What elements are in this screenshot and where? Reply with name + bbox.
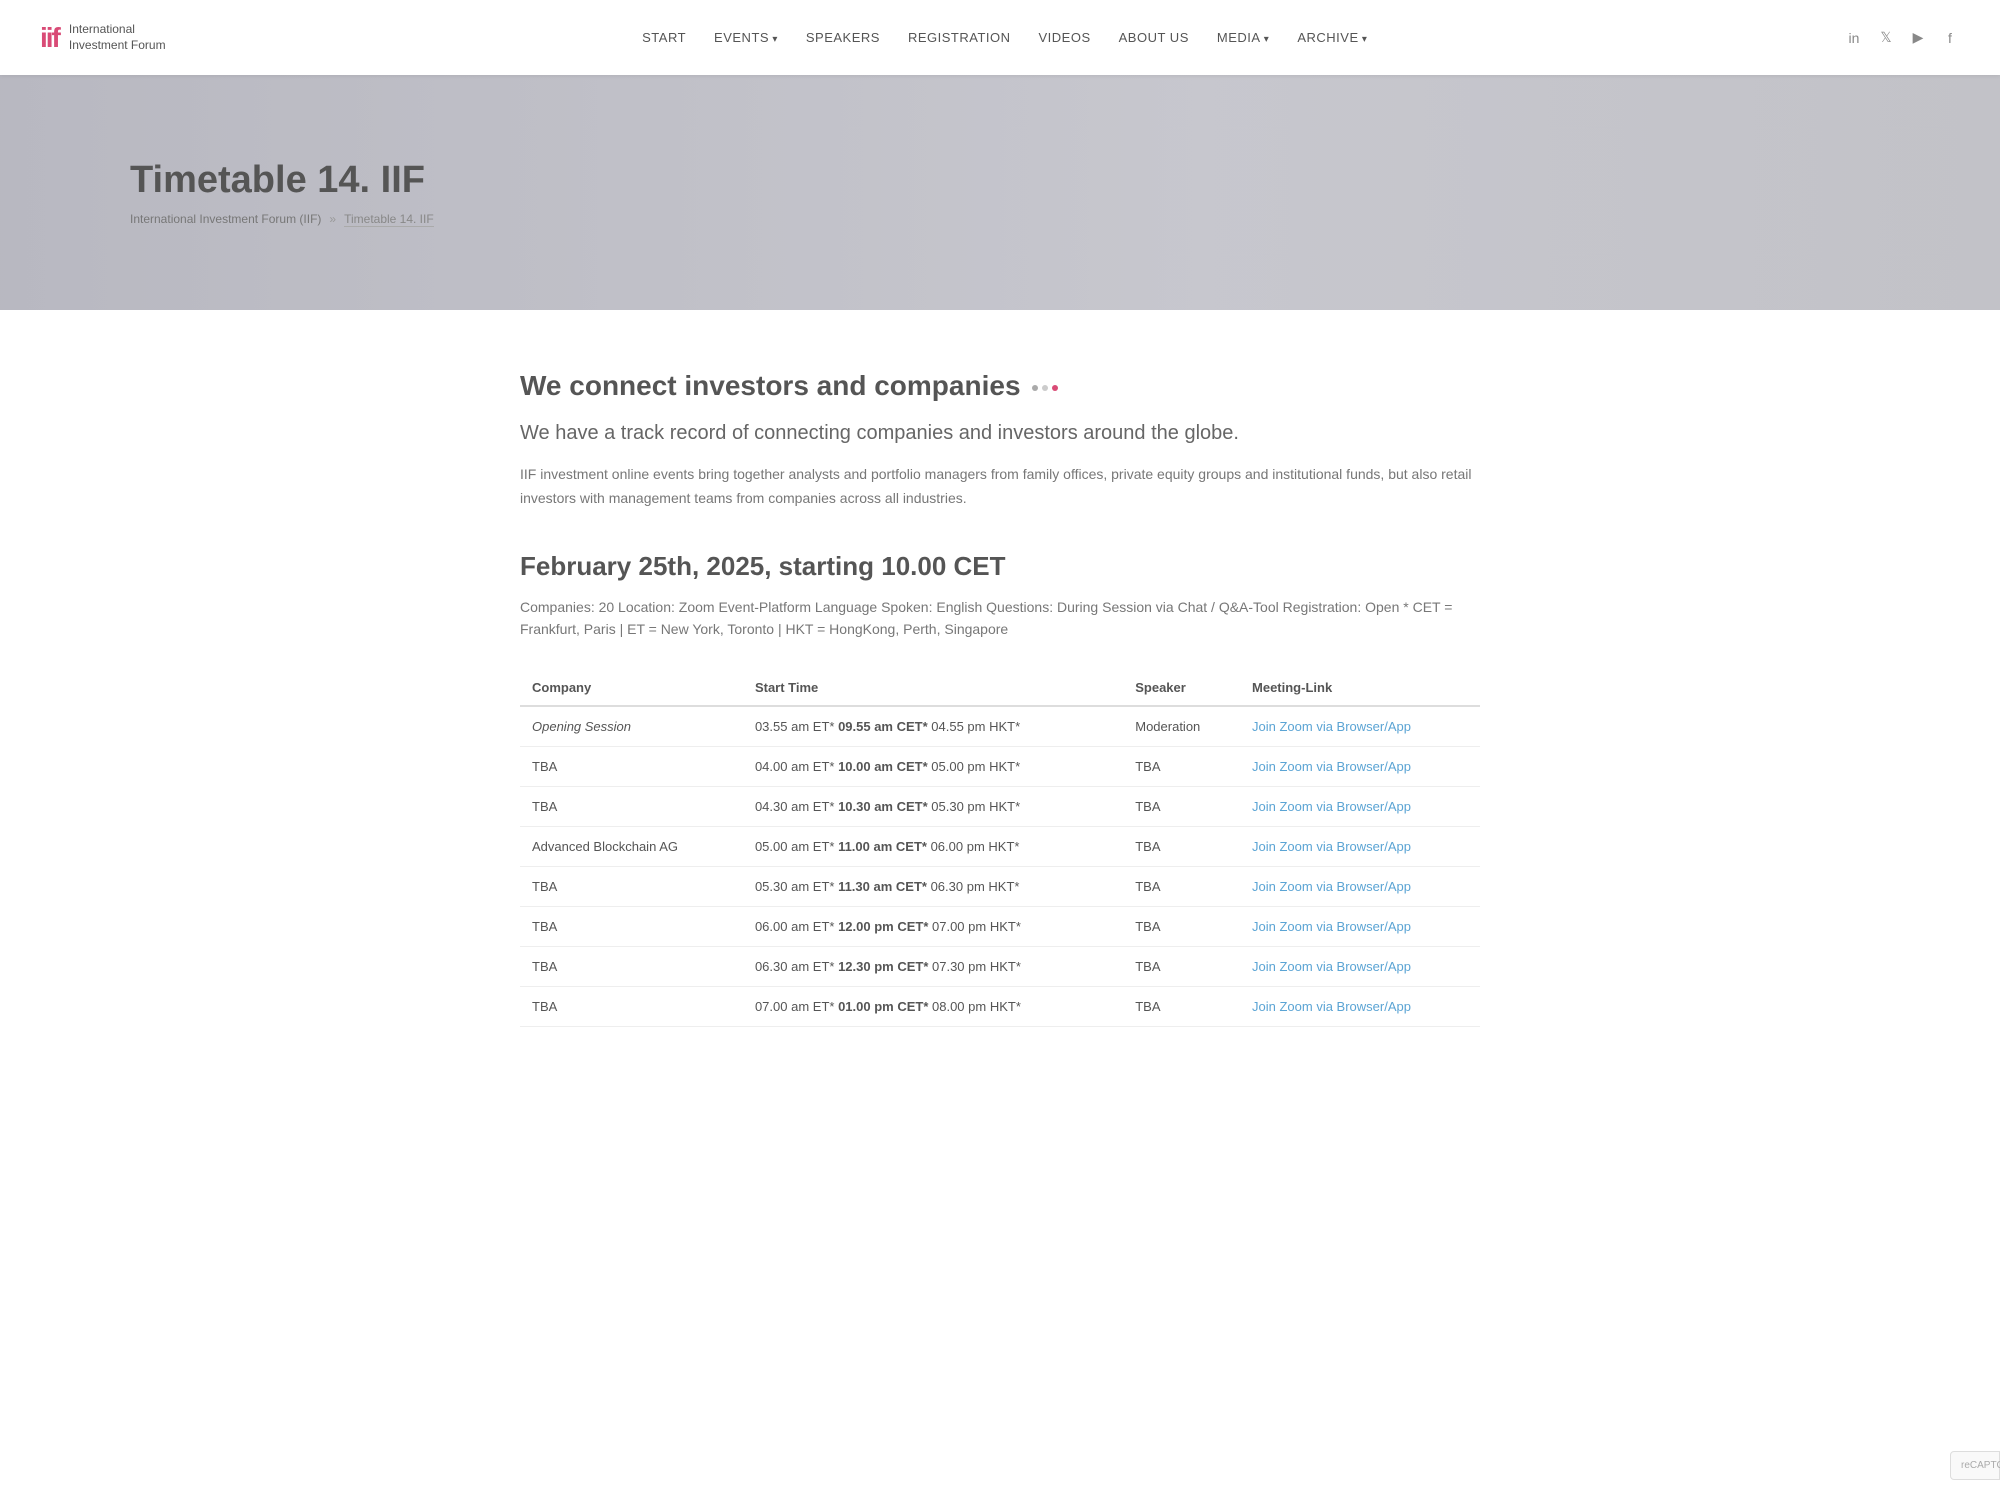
nav-speakers[interactable]: SPEAKERS — [806, 30, 880, 45]
hero-banner: Timetable 14. IIF International Investme… — [0, 75, 2000, 310]
nav-media[interactable]: MEDIA — [1217, 30, 1269, 45]
table-cell-start-time: 07.00 am ET* 01.00 pm CET* 08.00 pm HKT* — [743, 987, 1123, 1027]
sub-heading: We have a track record of connecting com… — [520, 422, 1480, 445]
table-row: TBA04.30 am ET* 10.30 am CET* 05.30 pm H… — [520, 787, 1480, 827]
meeting-link-anchor[interactable]: Join Zoom via Browser/App — [1252, 919, 1411, 934]
table-cell-meeting-link[interactable]: Join Zoom via Browser/App — [1240, 787, 1480, 827]
nav-registration[interactable]: REGISTRATION — [908, 30, 1011, 45]
table-cell-start-time: 06.30 am ET* 12.30 pm CET* 07.30 pm HKT* — [743, 947, 1123, 987]
table-cell-meeting-link[interactable]: Join Zoom via Browser/App — [1240, 867, 1480, 907]
dot-1 — [1032, 385, 1038, 391]
table-cell-company: TBA — [520, 747, 743, 787]
nav-events[interactable]: EVENTS — [714, 30, 778, 45]
table-cell-start-time: 04.00 am ET* 10.00 am CET* 05.00 pm HKT* — [743, 747, 1123, 787]
meeting-link-anchor[interactable]: Join Zoom via Browser/App — [1252, 759, 1411, 774]
facebook-icon[interactable]: f — [1940, 28, 1960, 48]
logo[interactable]: iif International Investment Forum — [40, 22, 166, 54]
logo-text: International Investment Forum — [69, 22, 166, 53]
table-cell-meeting-link[interactable]: Join Zoom via Browser/App — [1240, 706, 1480, 747]
youtube-icon[interactable]: ▶ — [1908, 28, 1928, 48]
table-row: TBA06.30 am ET* 12.30 pm CET* 07.30 pm H… — [520, 947, 1480, 987]
table-col-company: Company — [520, 670, 743, 706]
table-cell-start-time: 05.30 am ET* 11.30 am CET* 06.30 pm HKT* — [743, 867, 1123, 907]
table-cell-speaker: TBA — [1123, 787, 1240, 827]
event-heading: February 25th, 2025, starting 10.00 CET — [520, 551, 1480, 582]
meeting-link-anchor[interactable]: Join Zoom via Browser/App — [1252, 839, 1411, 854]
nav-about-us[interactable]: ABOUT US — [1119, 30, 1189, 45]
table-cell-speaker: TBA — [1123, 947, 1240, 987]
table-cell-meeting-link[interactable]: Join Zoom via Browser/App — [1240, 987, 1480, 1027]
breadcrumb-separator: » — [329, 212, 336, 226]
nav-start[interactable]: START — [642, 30, 686, 45]
table-row: Opening Session03.55 am ET* 09.55 am CET… — [520, 706, 1480, 747]
timetable: CompanyStart TimeSpeakerMeeting-Link Ope… — [520, 670, 1480, 1027]
linkedin-icon[interactable]: in — [1844, 28, 1864, 48]
table-cell-company: TBA — [520, 947, 743, 987]
table-row: TBA04.00 am ET* 10.00 am CET* 05.00 pm H… — [520, 747, 1480, 787]
table-cell-company: Advanced Blockchain AG — [520, 827, 743, 867]
table-cell-meeting-link[interactable]: Join Zoom via Browser/App — [1240, 827, 1480, 867]
breadcrumb-home[interactable]: International Investment Forum (IIF) — [130, 212, 321, 226]
table-col-meeting-link: Meeting-Link — [1240, 670, 1480, 706]
table-cell-speaker: TBA — [1123, 907, 1240, 947]
hero-title: Timetable 14. IIF — [130, 159, 1870, 202]
table-cell-company: TBA — [520, 867, 743, 907]
table-cell-speaker: Moderation — [1123, 706, 1240, 747]
table-cell-start-time: 05.00 am ET* 11.00 am CET* 06.00 pm HKT* — [743, 827, 1123, 867]
table-cell-speaker: TBA — [1123, 867, 1240, 907]
table-cell-speaker: TBA — [1123, 827, 1240, 867]
dots-decoration — [1032, 385, 1058, 391]
breadcrumb-current: Timetable 14. IIF — [344, 212, 434, 227]
table-row: TBA07.00 am ET* 01.00 pm CET* 08.00 pm H… — [520, 987, 1480, 1027]
main-content: We connect investors and companies We ha… — [500, 310, 1500, 1107]
meeting-link-anchor[interactable]: Join Zoom via Browser/App — [1252, 719, 1411, 734]
table-row: Advanced Blockchain AG05.00 am ET* 11.00… — [520, 827, 1480, 867]
table-col-speaker: Speaker — [1123, 670, 1240, 706]
recaptcha-badge: reCAPTCHA — [1950, 1451, 2000, 1480]
nav-links: START EVENTS SPEAKERS REGISTRATION VIDEOS ABO… — [642, 30, 1367, 45]
table-cell-speaker: TBA — [1123, 747, 1240, 787]
table-cell-company: Opening Session — [520, 706, 743, 747]
nav-videos[interactable]: VIDEOS — [1039, 30, 1091, 45]
dot-2 — [1042, 385, 1048, 391]
table-cell-start-time: 04.30 am ET* 10.30 am CET* 05.30 pm HKT* — [743, 787, 1123, 827]
table-cell-meeting-link[interactable]: Join Zoom via Browser/App — [1240, 947, 1480, 987]
body-text: IIF investment online events bring toget… — [520, 463, 1480, 511]
section-heading-1: We connect investors and companies — [520, 370, 1480, 402]
nav-social: in 𝕏 ▶ f — [1844, 28, 1960, 48]
table-cell-company: TBA — [520, 907, 743, 947]
dot-3 — [1052, 385, 1058, 391]
event-meta: Companies: 20 Location: Zoom Event-Platf… — [520, 596, 1480, 641]
table-header-row: CompanyStart TimeSpeakerMeeting-Link — [520, 670, 1480, 706]
table-cell-company: TBA — [520, 787, 743, 827]
logo-mark: iif — [40, 22, 59, 54]
table-row: TBA05.30 am ET* 11.30 am CET* 06.30 pm H… — [520, 867, 1480, 907]
table-row: TBA06.00 am ET* 12.00 pm CET* 07.00 pm H… — [520, 907, 1480, 947]
meeting-link-anchor[interactable]: Join Zoom via Browser/App — [1252, 999, 1411, 1014]
navbar: iif International Investment Forum START… — [0, 0, 2000, 75]
nav-archive[interactable]: ARCHIVE — [1297, 30, 1367, 45]
breadcrumb: International Investment Forum (IIF) » T… — [130, 212, 1870, 227]
meeting-link-anchor[interactable]: Join Zoom via Browser/App — [1252, 879, 1411, 894]
twitter-icon[interactable]: 𝕏 — [1876, 28, 1896, 48]
meeting-link-anchor[interactable]: Join Zoom via Browser/App — [1252, 799, 1411, 814]
table-cell-company: TBA — [520, 987, 743, 1027]
table-cell-start-time: 03.55 am ET* 09.55 am CET* 04.55 pm HKT* — [743, 706, 1123, 747]
table-col-start-time: Start Time — [743, 670, 1123, 706]
table-cell-meeting-link[interactable]: Join Zoom via Browser/App — [1240, 907, 1480, 947]
table-cell-speaker: TBA — [1123, 987, 1240, 1027]
table-cell-meeting-link[interactable]: Join Zoom via Browser/App — [1240, 747, 1480, 787]
table-cell-start-time: 06.00 am ET* 12.00 pm CET* 07.00 pm HKT* — [743, 907, 1123, 947]
meeting-link-anchor[interactable]: Join Zoom via Browser/App — [1252, 959, 1411, 974]
